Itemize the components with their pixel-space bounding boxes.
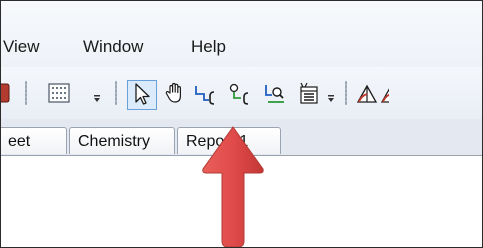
- tab-sheet[interactable]: eet: [1, 127, 67, 154]
- tab-report-1[interactable]: Report-1: [177, 127, 281, 154]
- zoom-wire-icon[interactable]: [263, 82, 287, 106]
- table-list-icon[interactable]: [297, 81, 321, 105]
- grid-icon[interactable]: [47, 81, 71, 105]
- step-wire-icon[interactable]: [193, 82, 217, 106]
- hand-pan-icon[interactable]: [163, 81, 187, 105]
- pointer-arrow-icon[interactable]: [130, 82, 154, 106]
- triangle-tool-icon[interactable]: [355, 82, 379, 106]
- toolbar-separator: [25, 81, 27, 105]
- chevron-down-icon[interactable]: [93, 95, 101, 103]
- menu-view[interactable]: View: [3, 37, 40, 57]
- menu-help[interactable]: Help: [191, 37, 226, 57]
- tab-chemistry[interactable]: Chemistry: [69, 127, 175, 154]
- toolbar-separator: [115, 81, 117, 105]
- document-area: [1, 156, 482, 247]
- triangle-tool-icon[interactable]: [379, 82, 389, 106]
- app-window: View Window Help eet Chemistry Report-1: [0, 0, 483, 248]
- sheet-tab-strip: eet Chemistry Report-1: [1, 119, 482, 156]
- toolbar-separator: [345, 81, 347, 105]
- chevron-down-icon[interactable]: [327, 95, 335, 103]
- probe-connector-icon[interactable]: [227, 82, 251, 106]
- menu-bar: View Window Help: [1, 1, 482, 67]
- record-icon[interactable]: [1, 81, 13, 105]
- menu-window[interactable]: Window: [83, 37, 143, 57]
